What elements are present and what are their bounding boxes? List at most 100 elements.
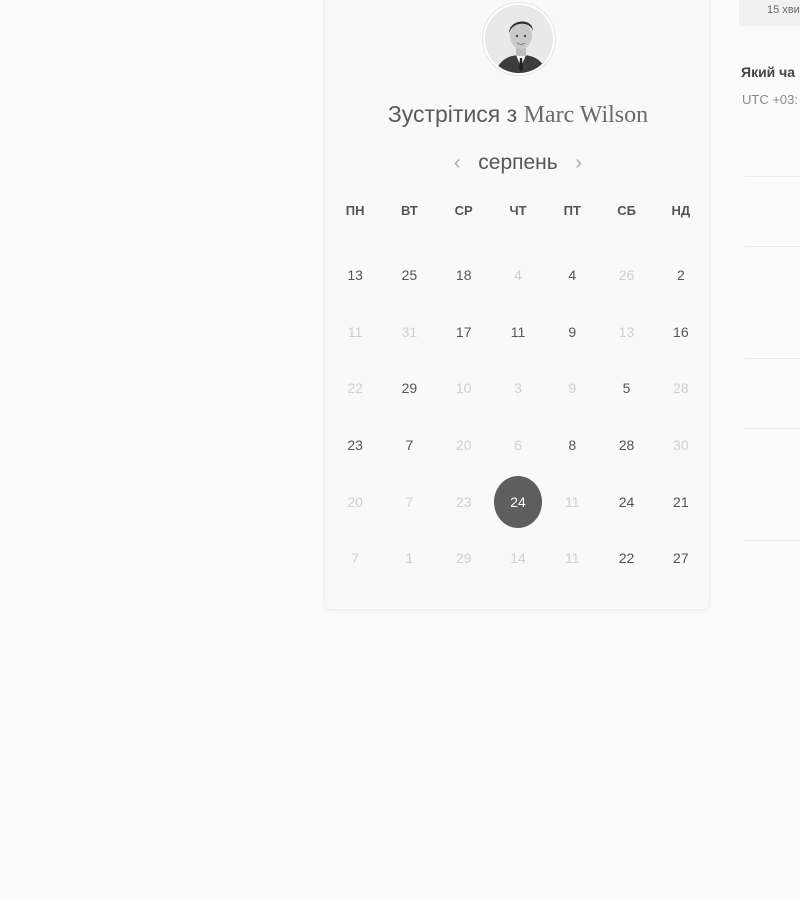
calendar-day[interactable]: 25	[382, 247, 436, 304]
calendar-day: 14	[491, 530, 545, 587]
day-number: 9	[568, 323, 577, 340]
weekday-label: СБ	[617, 203, 636, 218]
day-number: 26	[618, 267, 635, 284]
calendar-day[interactable]: 28	[599, 417, 653, 474]
day-number: 5	[622, 380, 631, 397]
calendar-day: 7	[328, 530, 382, 587]
calendar-card: Зустрітися з Marc Wilson ‹ серпень › ПН В…	[324, 0, 710, 610]
calendar-day[interactable]: 16	[654, 304, 708, 361]
month-label: серпень	[478, 151, 558, 174]
calendar-grid: 13 25 18 4 4 26 2 11 31 17 11 9 13 16 22 29 10 3 9 5 28 23 7 20…	[328, 247, 708, 587]
calendar-day[interactable]: 17	[437, 304, 491, 361]
weekday-label: ВТ	[401, 203, 418, 218]
selected-day[interactable]: 24	[491, 473, 545, 530]
calendar-day[interactable]: 18	[437, 247, 491, 304]
day-number: 11	[565, 493, 580, 510]
calendar-day[interactable]: 8	[545, 417, 599, 474]
calendar-day[interactable]: 13	[328, 247, 382, 304]
calendar-day: 26	[599, 247, 653, 304]
calendar-day[interactable]: 2	[654, 247, 708, 304]
day-number: 2	[676, 267, 685, 284]
calendar-day[interactable]: 4	[545, 247, 599, 304]
day-number: 27	[673, 550, 689, 567]
host-avatar	[483, 3, 555, 75]
day-number: 24	[493, 475, 542, 528]
weekday-label: ЧТ	[509, 203, 527, 218]
day-number: 29	[401, 380, 418, 397]
duration-badge: 15 хви	[739, 0, 800, 26]
calendar-day: 1	[382, 530, 436, 587]
day-number: 20	[347, 493, 363, 510]
day-number: 11	[510, 323, 526, 340]
calendar-day: 13	[599, 304, 653, 361]
divider	[745, 246, 800, 247]
calendar-day: 11	[328, 304, 382, 361]
person-photo-icon	[485, 5, 553, 73]
calendar-day: 11	[545, 530, 599, 587]
day-number: 23	[347, 437, 363, 454]
day-number: 9	[568, 380, 577, 397]
meeting-title: Зустрітися з Marc Wilson	[325, 101, 711, 129]
day-number: 7	[405, 493, 414, 510]
calendar-day[interactable]: 5	[599, 360, 653, 417]
day-number: 23	[455, 493, 472, 510]
day-number: 6	[514, 437, 522, 454]
day-number: 11	[565, 550, 580, 567]
day-number: 7	[405, 437, 414, 454]
day-number: 31	[401, 323, 418, 340]
duration-label: 15 хви	[767, 4, 800, 16]
next-month-chevron-icon[interactable]: ›	[572, 153, 586, 173]
day-number: 20	[455, 437, 472, 454]
day-number: 28	[618, 437, 635, 454]
calendar-day: 30	[654, 417, 708, 474]
calendar-day[interactable]: 23	[328, 417, 382, 474]
day-number: 10	[455, 380, 472, 397]
calendar-day: 22	[328, 360, 382, 417]
day-number: 28	[673, 380, 689, 397]
day-number: 8	[568, 437, 577, 454]
day-number: 21	[673, 493, 689, 510]
day-number: 3	[514, 380, 522, 397]
day-number: 17	[455, 323, 472, 340]
calendar-day[interactable]: 7	[382, 417, 436, 474]
day-number: 11	[347, 323, 363, 340]
day-number: 22	[618, 550, 635, 567]
prev-month-chevron-icon[interactable]: ‹	[450, 153, 464, 173]
calendar-day: 28	[654, 360, 708, 417]
calendar-day: 20	[328, 473, 382, 530]
day-number: 25	[401, 267, 418, 284]
meeting-title-prefix: Зустрітися з	[387, 101, 518, 127]
weekday-label: ПН	[345, 203, 365, 218]
time-question: Який ча	[741, 64, 796, 80]
day-number: 14	[510, 550, 526, 567]
calendar-day: 7	[382, 473, 436, 530]
day-number: 16	[673, 323, 689, 340]
calendar-day[interactable]: 9	[545, 304, 599, 361]
calendar-day: 20	[437, 417, 491, 474]
host-name: Marc Wilson	[523, 102, 649, 128]
calendar-day: 23	[437, 473, 491, 530]
weekday-header: ПН ВТ СР ЧТ ПТ СБ НД	[328, 203, 708, 218]
day-number: 29	[455, 550, 472, 567]
calendar-day: 4	[491, 247, 545, 304]
scheduling-page: Зустрітися з Marc Wilson ‹ серпень › ПН В…	[0, 0, 800, 900]
calendar-day[interactable]: 29	[382, 360, 436, 417]
calendar-day[interactable]: 11	[491, 304, 545, 361]
calendar-day: 29	[437, 530, 491, 587]
divider	[745, 176, 800, 177]
calendar-day[interactable]: 27	[654, 530, 708, 587]
day-number: 22	[347, 380, 363, 397]
calendar-day[interactable]: 24	[599, 473, 653, 530]
timezone-selector[interactable]: UTC +03:	[742, 92, 798, 107]
day-number: 30	[673, 437, 689, 454]
day-number: 13	[618, 323, 635, 340]
calendar-day[interactable]: 21	[654, 473, 708, 530]
day-number: 4	[568, 267, 577, 284]
day-number: 4	[514, 267, 522, 284]
day-number: 7	[351, 550, 360, 567]
calendar-day[interactable]: 22	[599, 530, 653, 587]
weekday-label: ПТ	[563, 203, 581, 218]
weekday-label: НД	[671, 203, 691, 218]
day-number: 18	[455, 267, 472, 284]
divider	[745, 540, 800, 541]
